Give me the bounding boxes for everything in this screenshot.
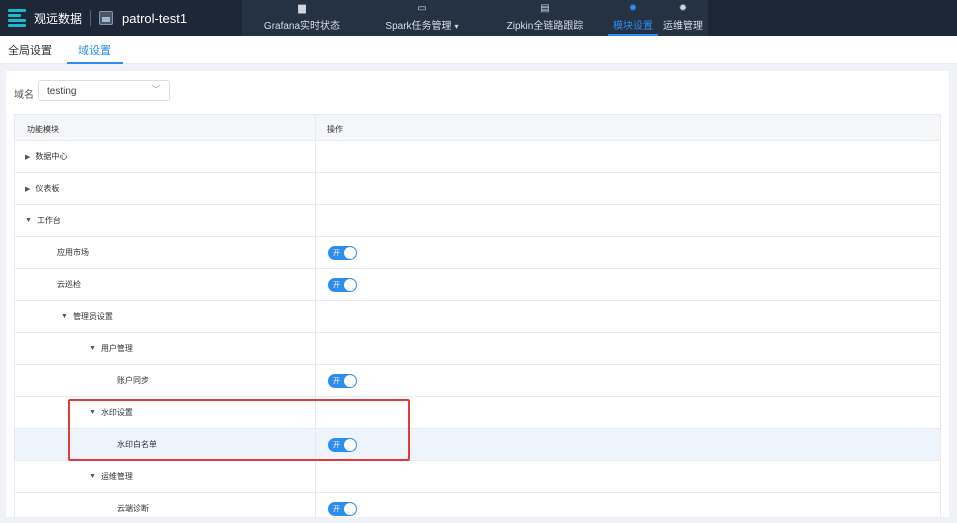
tab-global-settings[interactable]: 全局设置 [8, 36, 52, 64]
chevron-down-icon: ▾ [454, 22, 459, 31]
module-name-cell: ▼ 运维管理 [89, 461, 133, 492]
module-name: 用户管理 [100, 344, 133, 353]
column-divider [315, 237, 316, 268]
module-name: 数据中心 [35, 152, 68, 161]
nav-label: 模块设置 [613, 21, 653, 32]
table-row: 账户同步 开 [15, 365, 940, 397]
switch-knob [344, 503, 356, 515]
table-row: 应用市场 开 [15, 237, 940, 269]
column-divider [315, 205, 316, 236]
column-divider [315, 173, 316, 204]
settings-tabs: 全局设置 域设置 [0, 36, 957, 64]
nav-label: Zipkin全链路跟踪 [506, 21, 584, 32]
domain-label: 域名 [14, 90, 34, 101]
column-header-module: 功能模块 [27, 125, 59, 134]
module-name: 运维管理 [100, 472, 133, 481]
top-bar: 观远数据 patrol-test1 ▆ Grafana实时状态 ▭ Spark任… [0, 0, 957, 36]
switch-on-text: 开 [333, 282, 340, 289]
module-name: 工作台 [36, 216, 61, 225]
switch-knob [344, 247, 356, 259]
column-header-operation: 操作 [327, 125, 343, 134]
module-name-cell: ▶ 数据中心 [25, 141, 67, 172]
table-row: ▼ 运维管理 [15, 461, 940, 493]
brand-name: 观远数据 [34, 11, 83, 26]
table-row: ▶ 数据中心 [15, 141, 940, 173]
column-divider [315, 269, 316, 300]
document-icon: ▤ [540, 3, 550, 14]
nav-ops-management[interactable]: ✹ 运维管理 [658, 0, 708, 36]
caret-down-icon[interactable]: ▼ [25, 217, 32, 224]
nav-spark[interactable]: ▭ Spark任务管理 ▾ [362, 0, 482, 36]
nav-zipkin[interactable]: ▤ Zipkin全链路跟踪 [482, 0, 608, 36]
nav-label: Spark任务管理 ▾ [385, 21, 459, 32]
highlight-annotation-box [68, 399, 410, 461]
table-row: ▶ 仪表板 [15, 173, 940, 205]
chevron-down-icon: ﹀ [152, 85, 160, 94]
module-name-cell: ▶ 仪表板 [25, 173, 59, 204]
module-toggle-switch[interactable]: 开 [328, 502, 357, 516]
module-name: 云巡检 [57, 280, 81, 289]
caret-right-icon[interactable]: ▶ [25, 153, 30, 161]
table-row: ▼ 用户管理 [15, 333, 940, 365]
gear-icon: ✹ [678, 3, 688, 14]
nav-module-settings[interactable]: ✹ 模块设置 [608, 0, 658, 36]
brand-divider [90, 10, 92, 26]
domain-select-value: testing [47, 86, 77, 97]
module-name: 仪表板 [35, 184, 60, 193]
module-toggle-switch[interactable]: 开 [328, 374, 357, 388]
switch-knob [344, 375, 356, 387]
caret-right-icon[interactable]: ▶ [25, 185, 30, 193]
main-nav: ▆ Grafana实时状态 ▭ Spark任务管理 ▾ ▤ Zipkin全链路跟踪… [242, 0, 708, 36]
module-name-cell: 云端诊断 [117, 493, 149, 517]
nav-label: Grafana实时状态 [263, 21, 341, 32]
monitor-icon: ▭ [417, 3, 427, 14]
column-divider [315, 333, 316, 364]
switch-knob [344, 279, 356, 291]
caret-down-icon[interactable]: ▼ [89, 345, 96, 352]
app-name[interactable]: patrol-test1 [122, 11, 187, 26]
bar-chart-icon: ▆ [298, 3, 306, 14]
column-divider [315, 115, 316, 140]
column-divider [315, 461, 316, 492]
module-name-cell: 应用市场 [57, 237, 89, 268]
module-name: 账户同步 [117, 376, 149, 385]
module-name-cell: ▼ 管理员设置 [61, 301, 113, 332]
module-name-cell: 云巡检 [57, 269, 81, 300]
column-divider [315, 493, 316, 517]
caret-down-icon[interactable]: ▼ [61, 313, 68, 320]
switch-on-text: 开 [333, 378, 340, 385]
column-divider [315, 141, 316, 172]
module-name: 云端诊断 [117, 504, 149, 513]
table-row: ▼ 管理员设置 [15, 301, 940, 333]
table-row: 云巡检 开 [15, 269, 940, 301]
gear-icon: ✹ [628, 3, 638, 14]
module-name-cell: ▼ 用户管理 [89, 333, 133, 364]
module-name-cell: ▼ 工作台 [25, 205, 61, 236]
brand: 观远数据 patrol-test1 [8, 6, 187, 30]
module-toggle-switch[interactable]: 开 [328, 278, 357, 292]
module-name: 管理员设置 [72, 312, 113, 321]
table-row: ▼ 工作台 [15, 205, 940, 237]
switch-on-text: 开 [333, 506, 340, 513]
menu-logo-icon[interactable] [8, 9, 26, 27]
table-header: 功能模块 操作 [15, 115, 940, 141]
nav-label: 运维管理 [663, 21, 703, 32]
column-divider [315, 301, 316, 332]
column-divider [315, 365, 316, 396]
module-name-cell: 账户同步 [117, 365, 149, 396]
domain-select[interactable]: testing ﹀ [38, 80, 170, 101]
nav-grafana[interactable]: ▆ Grafana实时状态 [242, 0, 362, 36]
table-row: 云端诊断 开 [15, 493, 940, 517]
caret-down-icon[interactable]: ▼ [89, 473, 96, 480]
app-image-icon [99, 11, 114, 25]
module-name: 应用市场 [57, 248, 89, 257]
switch-on-text: 开 [333, 250, 340, 257]
tab-domain-settings[interactable]: 域设置 [67, 36, 123, 64]
module-toggle-switch[interactable]: 开 [328, 246, 357, 260]
